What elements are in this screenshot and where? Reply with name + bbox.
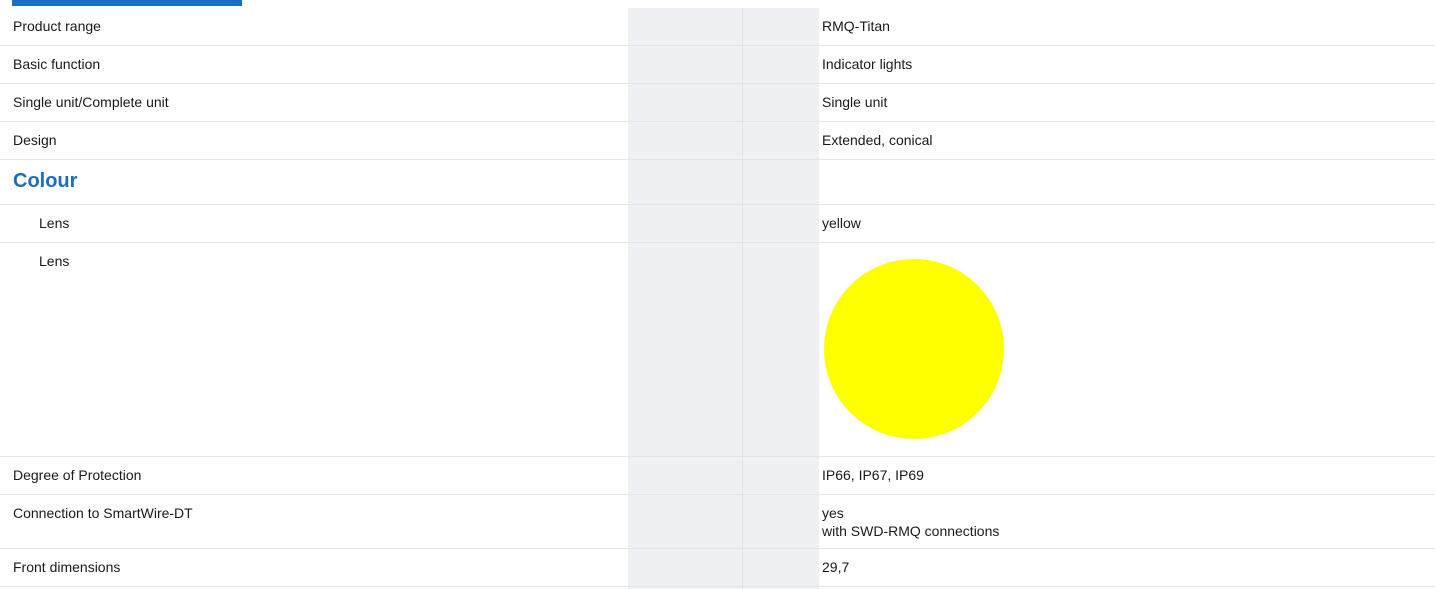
table-row: Front dimensions 29,7	[0, 548, 1435, 587]
specification-table: Product range RMQ-Titan Basic function I…	[0, 8, 1435, 587]
table-row: Lens	[0, 242, 1435, 457]
row-label: Lens	[39, 253, 70, 269]
row-value: yellow	[822, 215, 861, 231]
section-header-row: Colour	[0, 159, 1435, 205]
value-line-2: with SWD-RMQ connections	[822, 523, 1000, 539]
row-label: Basic function	[13, 56, 101, 72]
table-row: Degree of Protection IP66, IP67, IP69	[0, 456, 1435, 495]
row-value: Extended, conical	[822, 132, 933, 148]
table-row: Lens yellow	[0, 204, 1435, 243]
table-row: Connection to SmartWire-DT yes with SWD-…	[0, 494, 1435, 549]
row-label: Product range	[13, 18, 101, 34]
row-value: 29,7	[822, 559, 850, 575]
row-label: Connection to SmartWire-DT	[13, 505, 193, 521]
row-value: Indicator lights	[822, 56, 913, 72]
row-label: Degree of Protection	[13, 467, 142, 483]
table-row: Design Extended, conical	[0, 121, 1435, 160]
spec-sheet-page: Product range RMQ-Titan Basic function I…	[0, 0, 1435, 589]
row-label: Design	[13, 132, 57, 148]
row-value: IP66, IP67, IP69	[822, 467, 924, 483]
heading-fragment	[12, 0, 242, 6]
row-value: yes with SWD-RMQ connections	[818, 495, 1435, 540]
section-title-colour: Colour	[13, 170, 78, 192]
lens-colour-swatch	[824, 259, 1004, 439]
row-label: Lens	[39, 215, 70, 231]
row-value: RMQ-Titan	[822, 18, 890, 34]
value-line-1: yes	[822, 505, 844, 521]
table-row: Single unit/Complete unit Single unit	[0, 83, 1435, 122]
row-label: Front dimensions	[13, 559, 121, 575]
cut-off-heading	[12, 0, 242, 8]
table-row: Product range RMQ-Titan	[0, 8, 1435, 46]
row-value: Single unit	[822, 94, 888, 110]
row-label: Single unit/Complete unit	[13, 94, 169, 110]
table-row: Basic function Indicator lights	[0, 45, 1435, 84]
